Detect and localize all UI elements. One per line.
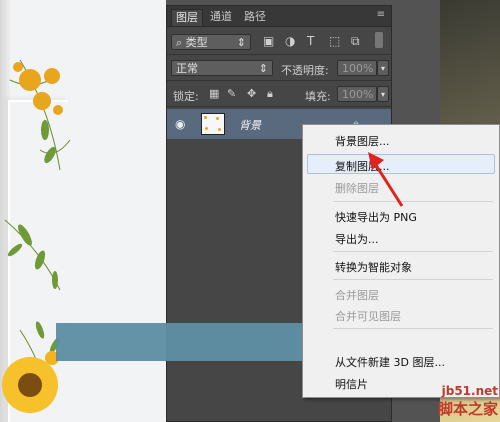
opacity-dropdown[interactable]: ▾ bbox=[377, 60, 389, 76]
opacity-input[interactable]: 100% bbox=[337, 60, 377, 76]
menu-item-new-3d-layer[interactable]: 从文件新建 3D 图层... bbox=[335, 354, 445, 370]
chevron-down-icon: ⇕ bbox=[236, 36, 246, 49]
menu-separator bbox=[333, 279, 493, 280]
menu-item-convert-smart-object[interactable]: 转换为智能对象 bbox=[335, 259, 412, 275]
layer-name[interactable]: 背景 bbox=[239, 117, 261, 133]
lock-image-icon[interactable]: ✎ bbox=[227, 87, 236, 100]
menu-item-merge-layers[interactable]: 合并图层 bbox=[335, 287, 379, 303]
type-filter-icon[interactable]: T bbox=[307, 34, 314, 48]
menu-separator bbox=[333, 328, 493, 329]
watermark-brand: 脚本之家 bbox=[437, 400, 498, 418]
lock-label: 锁定: bbox=[173, 90, 199, 103]
search-icon: ⌕ bbox=[176, 36, 186, 49]
watermark-domain: jb51.net bbox=[441, 384, 498, 398]
divider bbox=[167, 106, 391, 107]
tab-channels[interactable]: 通道 bbox=[207, 9, 235, 25]
panel-tabs: 图层 通道 路径 ≡ bbox=[167, 6, 391, 27]
fill-dropdown[interactable]: ▾ bbox=[377, 86, 389, 102]
lock-transparent-icon[interactable]: ▦ bbox=[209, 87, 219, 100]
smart-object-filter-icon[interactable]: ⧉ bbox=[351, 34, 360, 49]
layer-thumbnail bbox=[201, 113, 225, 135]
visibility-eye-icon[interactable]: ◉ bbox=[175, 117, 185, 131]
tab-layers[interactable]: 图层 bbox=[171, 9, 203, 26]
menu-item-postcard[interactable]: 明信片 bbox=[335, 376, 368, 392]
annotation-arrow-icon bbox=[368, 152, 404, 207]
menu-item-quick-export-png[interactable]: 快速导出为 PNG bbox=[335, 209, 417, 225]
lock-row: 锁定: ▦ ✎ ✥ 🔒︎ 填充: 100% ▾ bbox=[167, 82, 391, 106]
fill-label: 填充: bbox=[305, 90, 331, 103]
menu-separator bbox=[333, 201, 493, 202]
chevron-down-icon: ⇕ bbox=[258, 62, 268, 75]
filter-kind-label: 类型 bbox=[185, 36, 208, 49]
divider bbox=[167, 54, 391, 55]
blend-mode-select[interactable]: 正常 ⇕ bbox=[171, 60, 273, 76]
filter-toggle[interactable] bbox=[375, 32, 383, 48]
blend-row: 正常 ⇕ 不透明度: 100% ▾ bbox=[167, 56, 391, 80]
site-watermark: jb51.net 脚本之家 bbox=[438, 384, 498, 419]
menu-item-merge-visible[interactable]: 合并可见图层 bbox=[335, 308, 401, 324]
blend-mode-label: 正常 bbox=[176, 62, 198, 75]
pixel-filter-icon[interactable]: ▣ bbox=[263, 34, 274, 48]
divider bbox=[167, 80, 391, 81]
fill-input[interactable]: 100% bbox=[337, 86, 377, 102]
menu-item-background-layer[interactable]: 背景图层... bbox=[335, 133, 390, 149]
opacity-label: 不透明度: bbox=[281, 64, 329, 77]
adjustment-filter-icon[interactable]: ◑ bbox=[285, 34, 295, 48]
tab-paths[interactable]: 路径 bbox=[241, 9, 269, 25]
filter-kind-select[interactable]: ⌕ 类型 ⇕ bbox=[171, 34, 251, 50]
panel-menu-icon[interactable]: ≡ bbox=[377, 9, 385, 20]
filter-row: ⌕ 类型 ⇕ ▣ ◑ T ⬚ ⧉ bbox=[167, 30, 391, 54]
lock-all-icon[interactable]: 🔒︎ bbox=[267, 87, 273, 101]
menu-separator bbox=[333, 251, 493, 252]
menu-item-export-as[interactable]: 导出为... bbox=[335, 231, 379, 247]
lock-position-icon[interactable]: ✥ bbox=[247, 87, 256, 100]
shape-filter-icon[interactable]: ⬚ bbox=[329, 34, 340, 48]
